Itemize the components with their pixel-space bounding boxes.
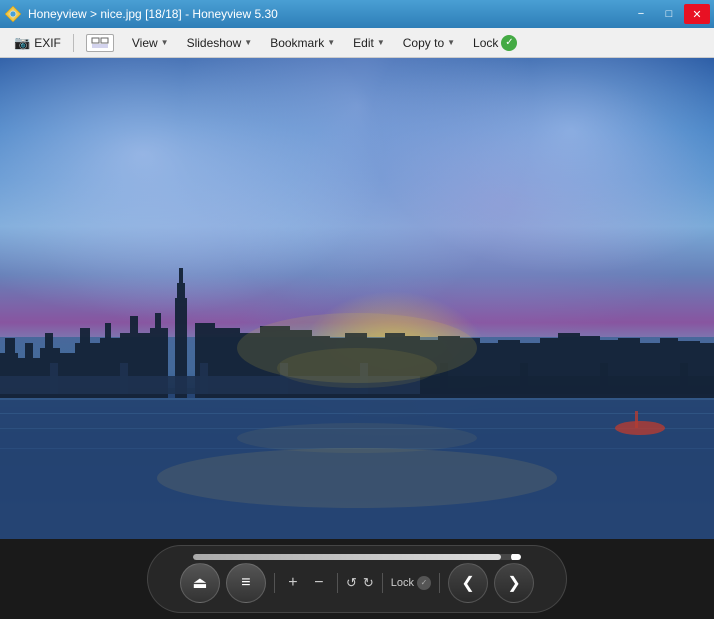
copyto-menu[interactable]: Copy to ▼ — [395, 33, 463, 53]
minimize-button[interactable]: − — [628, 4, 654, 24]
edit-label: Edit — [353, 36, 374, 50]
next-icon: ❯ — [507, 573, 520, 593]
rotate-ccw-button[interactable]: ↺ — [346, 575, 357, 591]
view-menu[interactable]: View ▼ — [124, 33, 177, 53]
exif-button[interactable]: 📷 EXIF — [6, 32, 69, 54]
toolbar: ⏏ ≡ + − ↺ ↻ Lock ✓ ❮ ❯ — [0, 539, 714, 619]
divider-3 — [382, 573, 383, 593]
exif-label: EXIF — [34, 36, 61, 50]
rotate-cw-button[interactable]: ↻ — [363, 575, 374, 591]
close-button[interactable]: ✕ — [684, 4, 710, 24]
prev-button[interactable]: ❮ — [448, 563, 488, 603]
titlebar-controls: − □ ✕ — [628, 4, 710, 24]
lock-toolbar-label: Lock — [391, 577, 414, 589]
sky-background — [0, 58, 714, 539]
toolbar-controls: ⏏ ≡ + − ↺ ↻ Lock ✓ ❮ ❯ — [164, 563, 550, 603]
edit-arrow-icon: ▼ — [377, 38, 385, 47]
title-text: Honeyview > nice.jpg [18/18] - Honeyview… — [28, 7, 278, 21]
zoom-out-button[interactable]: − — [309, 573, 329, 593]
lock-check-icon: ✓ — [501, 35, 517, 51]
slideshow-menu[interactable]: Slideshow ▼ — [179, 33, 261, 53]
slideshow-arrow-icon: ▼ — [244, 38, 252, 47]
eject-button[interactable]: ⏏ — [180, 563, 220, 603]
divider-1 — [274, 573, 275, 593]
divider-4 — [439, 573, 440, 593]
copyto-label: Copy to — [403, 36, 444, 50]
lock-check-icon: ✓ — [417, 576, 431, 590]
menubar: 📷 EXIF View ▼ Slideshow ▼ Bookmark ▼ Edi… — [0, 28, 714, 58]
divider-2 — [337, 573, 338, 593]
titlebar: Honeyview > nice.jpg [18/18] - Honeyview… — [0, 0, 714, 28]
progress-fill — [193, 554, 501, 560]
zoom-in-button[interactable]: + — [283, 573, 303, 593]
bookmark-menu[interactable]: Bookmark ▼ — [262, 33, 343, 53]
toolbar-inner: ⏏ ≡ + − ↺ ↻ Lock ✓ ❮ ❯ — [147, 545, 567, 613]
app-icon — [4, 5, 22, 23]
slideshow-label: Slideshow — [187, 36, 242, 50]
view-label: View — [132, 36, 158, 50]
copyto-arrow-icon: ▼ — [447, 38, 455, 47]
lock-toolbar-button[interactable]: Lock ✓ — [391, 576, 431, 590]
view-icon — [86, 34, 114, 52]
separator-1 — [73, 34, 74, 52]
view-icon-container[interactable] — [78, 31, 122, 55]
progress-bar[interactable] — [193, 554, 521, 560]
lock-label: Lock — [473, 36, 498, 50]
titlebar-left: Honeyview > nice.jpg [18/18] - Honeyview… — [4, 5, 278, 23]
edit-menu[interactable]: Edit ▼ — [345, 33, 393, 53]
progress-indicator — [511, 554, 521, 560]
menu-button[interactable]: ≡ — [226, 563, 266, 603]
maximize-button[interactable]: □ — [656, 4, 682, 24]
bookmark-arrow-icon: ▼ — [327, 38, 335, 47]
eject-icon: ⏏ — [192, 573, 207, 593]
next-button[interactable]: ❯ — [494, 563, 534, 603]
view-arrow-icon: ▼ — [161, 38, 169, 47]
image-area — [0, 58, 714, 539]
lock-menu[interactable]: Lock ✓ — [465, 32, 525, 54]
camera-icon: 📷 — [14, 35, 30, 51]
bookmark-label: Bookmark — [270, 36, 324, 50]
prev-icon: ❮ — [461, 573, 474, 593]
